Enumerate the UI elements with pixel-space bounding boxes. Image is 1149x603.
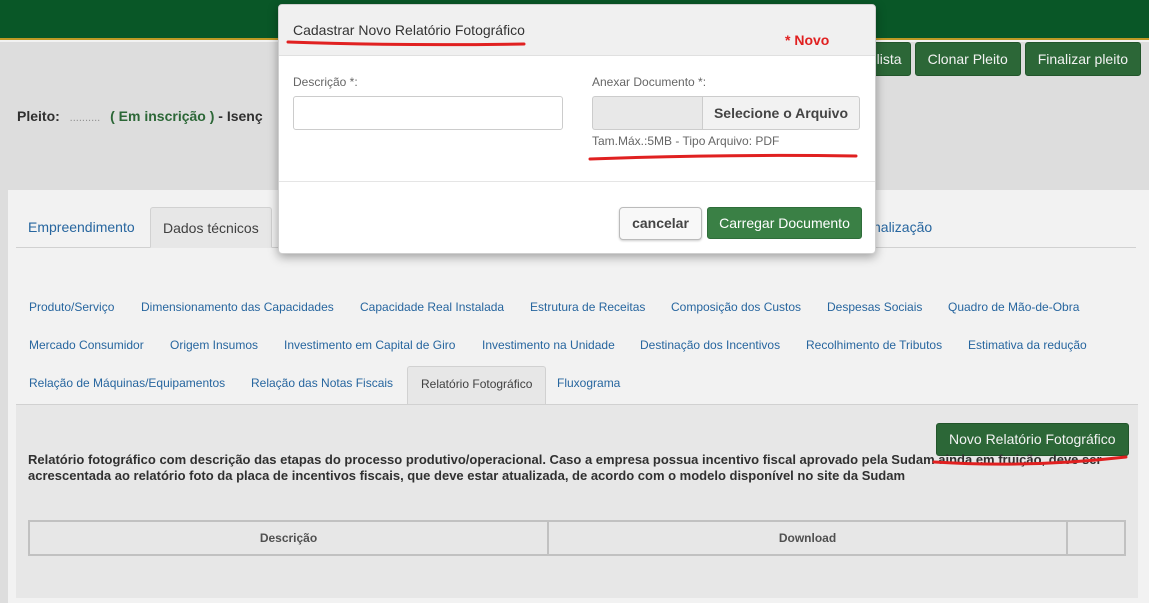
- attach-document-label: Anexar Documento *:: [592, 75, 707, 89]
- modal-title: Cadastrar Novo Relatório Fotográfico: [293, 22, 525, 38]
- description-input[interactable]: [293, 96, 563, 130]
- file-constraints-hint: Tam.Máx.:5MB - Tipo Arquivo: PDF: [592, 134, 780, 148]
- file-picker: Selecione o Arquivo: [592, 96, 860, 130]
- novo-annotation: * Novo: [785, 32, 830, 48]
- upload-document-button[interactable]: Carregar Documento: [707, 207, 862, 239]
- cancel-button[interactable]: cancelar: [619, 207, 702, 240]
- modal-header: Cadastrar Novo Relatório Fotográfico * N…: [279, 5, 875, 56]
- select-file-button[interactable]: Selecione o Arquivo: [702, 96, 860, 130]
- modal-footer-divider: [279, 181, 875, 182]
- file-name-display: [592, 96, 702, 130]
- new-photo-report-modal: Cadastrar Novo Relatório Fotográfico * N…: [278, 4, 876, 254]
- description-label: Descrição *:: [293, 75, 358, 89]
